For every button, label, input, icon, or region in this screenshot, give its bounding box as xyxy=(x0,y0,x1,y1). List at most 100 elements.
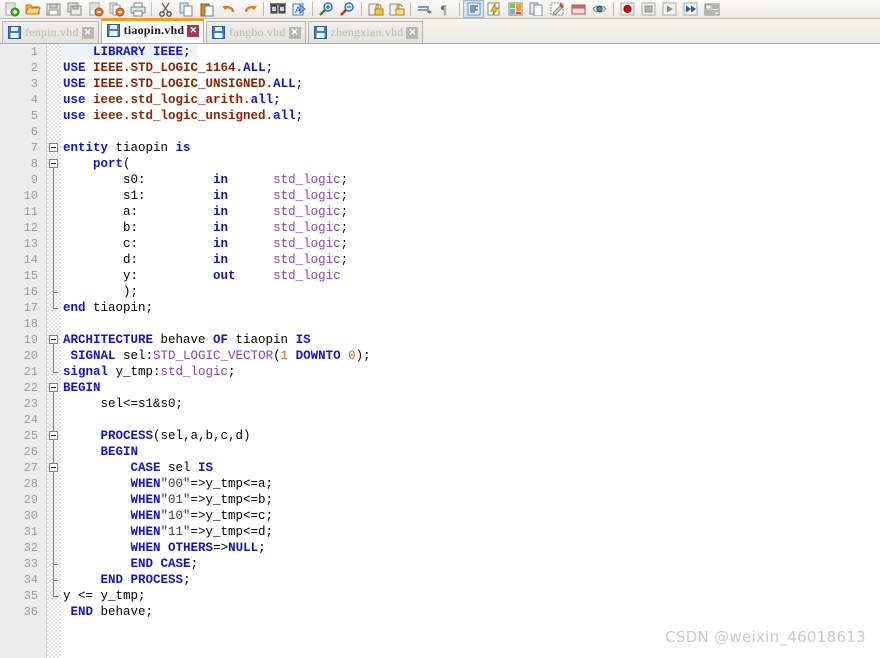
code-text[interactable]: y <= y_tmp; xyxy=(61,588,152,604)
code-token: ; xyxy=(340,221,349,235)
fast-forward-icon[interactable] xyxy=(680,0,701,18)
script-icon[interactable] xyxy=(701,0,722,18)
file-tab-tiaopin[interactable]: tiaopin.vhd ✕ xyxy=(100,18,205,43)
code-text[interactable]: ); xyxy=(61,284,144,300)
save-icon[interactable] xyxy=(43,0,64,18)
code-text[interactable]: d: in std_logic; xyxy=(61,252,354,268)
find-replace-icon[interactable] xyxy=(267,0,288,18)
code-text[interactable]: END behave; xyxy=(61,604,159,620)
close-tab-icon[interactable]: ✕ xyxy=(187,24,200,37)
toolbar-separator xyxy=(358,0,365,18)
code-line: 19 ARCHITECTURE behave OF tiaopin IS xyxy=(0,332,880,348)
code-text[interactable]: ARCHITECTURE behave OF tiaopin IS xyxy=(61,332,317,348)
record-icon[interactable] xyxy=(617,0,638,18)
eye-icon[interactable] xyxy=(589,0,610,18)
code-text[interactable]: SIGNAL sel:STD_LOGIC_VECTOR(1 DOWNTO 0); xyxy=(61,348,377,364)
file-tab-strip: fenpin.vhd ✕ tiaopin.vhd ✕ fangbo.vhd ✕ xyxy=(0,18,880,44)
zoom-in-icon[interactable] xyxy=(316,0,337,18)
code-text[interactable]: WHEN"10"=>y_tmp<=c; xyxy=(61,508,279,524)
settings-pin-icon[interactable] xyxy=(547,0,568,18)
code-line: 6 xyxy=(0,124,880,140)
floorplan-icon[interactable] xyxy=(505,0,526,18)
code-line: 2 USE IEEE.STD_LOGIC_1164.ALL; xyxy=(0,60,880,76)
redo-icon[interactable] xyxy=(239,0,260,18)
code-text[interactable]: signal y_tmp:std_logic; xyxy=(61,364,242,380)
code-text[interactable] xyxy=(61,412,77,428)
line-number: 32 xyxy=(23,541,38,555)
play-icon[interactable] xyxy=(659,0,680,18)
code-text[interactable]: WHEN"11"=>y_tmp<=d; xyxy=(61,524,279,540)
code-text[interactable]: END PROCESS; xyxy=(61,572,197,588)
archive-icon[interactable] xyxy=(568,0,589,18)
code-text[interactable]: y: out std_logic xyxy=(61,268,347,284)
code-text[interactable]: b: in std_logic; xyxy=(61,220,354,236)
zoom-out-icon[interactable] xyxy=(337,0,358,18)
code-token: WHEN xyxy=(130,541,161,555)
report-icon[interactable] xyxy=(526,0,547,18)
paragraph-mark-icon[interactable]: ¶ xyxy=(435,0,456,18)
code-text[interactable]: WHEN"00"=>y_tmp<=a; xyxy=(61,476,279,492)
insert-indent-icon[interactable] xyxy=(414,0,435,18)
close-tab-icon[interactable]: ✕ xyxy=(406,26,419,39)
file-tab-fenpin[interactable]: fenpin.vhd ✕ xyxy=(2,21,99,43)
code-text[interactable]: port( xyxy=(61,156,137,172)
cut-icon[interactable] xyxy=(155,0,176,18)
close-all-icon[interactable] xyxy=(106,0,127,18)
close-tab-icon[interactable]: ✕ xyxy=(288,26,301,39)
code-text[interactable]: LIBRARY IEEE; xyxy=(61,44,197,60)
close-tab-icon[interactable]: ✕ xyxy=(81,26,94,39)
code-text[interactable] xyxy=(61,124,77,140)
code-text[interactable]: CASE sel IS xyxy=(61,460,219,476)
code-text[interactable]: entity tiaopin is xyxy=(61,140,197,156)
close-file-icon[interactable] xyxy=(85,0,106,18)
code-text[interactable]: a: in std_logic; xyxy=(61,204,354,220)
lock-icon[interactable] xyxy=(365,0,386,18)
stop-icon[interactable] xyxy=(638,0,659,18)
code-line: 5 use ieee.std_logic_unsigned.all; xyxy=(0,108,880,124)
code-token: 1 xyxy=(280,349,289,363)
code-text[interactable]: use ieee.std_logic_arith.all; xyxy=(61,92,287,108)
undo-icon[interactable] xyxy=(218,0,239,18)
paste-icon[interactable] xyxy=(197,0,218,18)
code-text[interactable] xyxy=(61,316,77,332)
code-text[interactable]: sel<=s1&s0; xyxy=(61,396,189,412)
code-text[interactable]: s1: in std_logic; xyxy=(61,188,354,204)
open-folder-icon[interactable] xyxy=(22,0,43,18)
new-file-icon[interactable] xyxy=(1,0,22,18)
code-line: 23 sel<=s1&s0; xyxy=(0,396,880,412)
code-token: sel: xyxy=(115,349,154,363)
file-tab-zhengxian[interactable]: zhengxian.vhd ✕ xyxy=(307,21,424,43)
line-number: 34 xyxy=(23,573,38,587)
code-text[interactable]: WHEN"01"=>y_tmp<=b; xyxy=(61,492,279,508)
unlock-icon[interactable] xyxy=(386,0,407,18)
code-token: in xyxy=(213,253,229,267)
code-line: 32 WHEN OTHERS=>NULL; xyxy=(0,540,880,556)
synthesis-icon[interactable] xyxy=(463,0,484,18)
code-text[interactable]: BEGIN xyxy=(61,444,144,460)
print-icon[interactable] xyxy=(127,0,148,18)
code-editor[interactable]: 1 LIBRARY IEEE; 2 USE IEEE.STD_LOGIC_1164.… xyxy=(0,44,880,658)
code-text[interactable]: USE IEEE.STD_LOGIC_UNSIGNED.ALL; xyxy=(61,76,309,92)
file-tab-fangbo[interactable]: fangbo.vhd ✕ xyxy=(206,21,306,43)
code-token: std_logic xyxy=(273,237,341,251)
goto-line-icon[interactable]: A xyxy=(288,0,309,18)
code-line: 3 USE IEEE.STD_LOGIC_UNSIGNED.ALL; xyxy=(0,76,880,92)
line-number: 35 xyxy=(23,589,38,603)
code-text[interactable]: WHEN OTHERS=>NULL; xyxy=(61,540,272,556)
code-text[interactable]: BEGIN xyxy=(61,380,107,396)
compile-icon[interactable] xyxy=(484,0,505,18)
code-text[interactable]: c: in std_logic; xyxy=(61,236,354,252)
code-text[interactable]: s0: in std_logic; xyxy=(61,172,354,188)
code-text[interactable]: use ieee.std_logic_unsigned.all; xyxy=(61,108,309,124)
code-text[interactable]: USE IEEE.STD_LOGIC_1164.ALL; xyxy=(61,60,279,76)
save-all-icon[interactable] xyxy=(64,0,85,18)
copy-icon[interactable] xyxy=(176,0,197,18)
code-text[interactable]: END CASE; xyxy=(61,556,204,572)
code-text[interactable]: end tiaopin; xyxy=(61,300,159,316)
code-text[interactable]: PROCESS(sel,a,b,c,d) xyxy=(61,428,257,444)
